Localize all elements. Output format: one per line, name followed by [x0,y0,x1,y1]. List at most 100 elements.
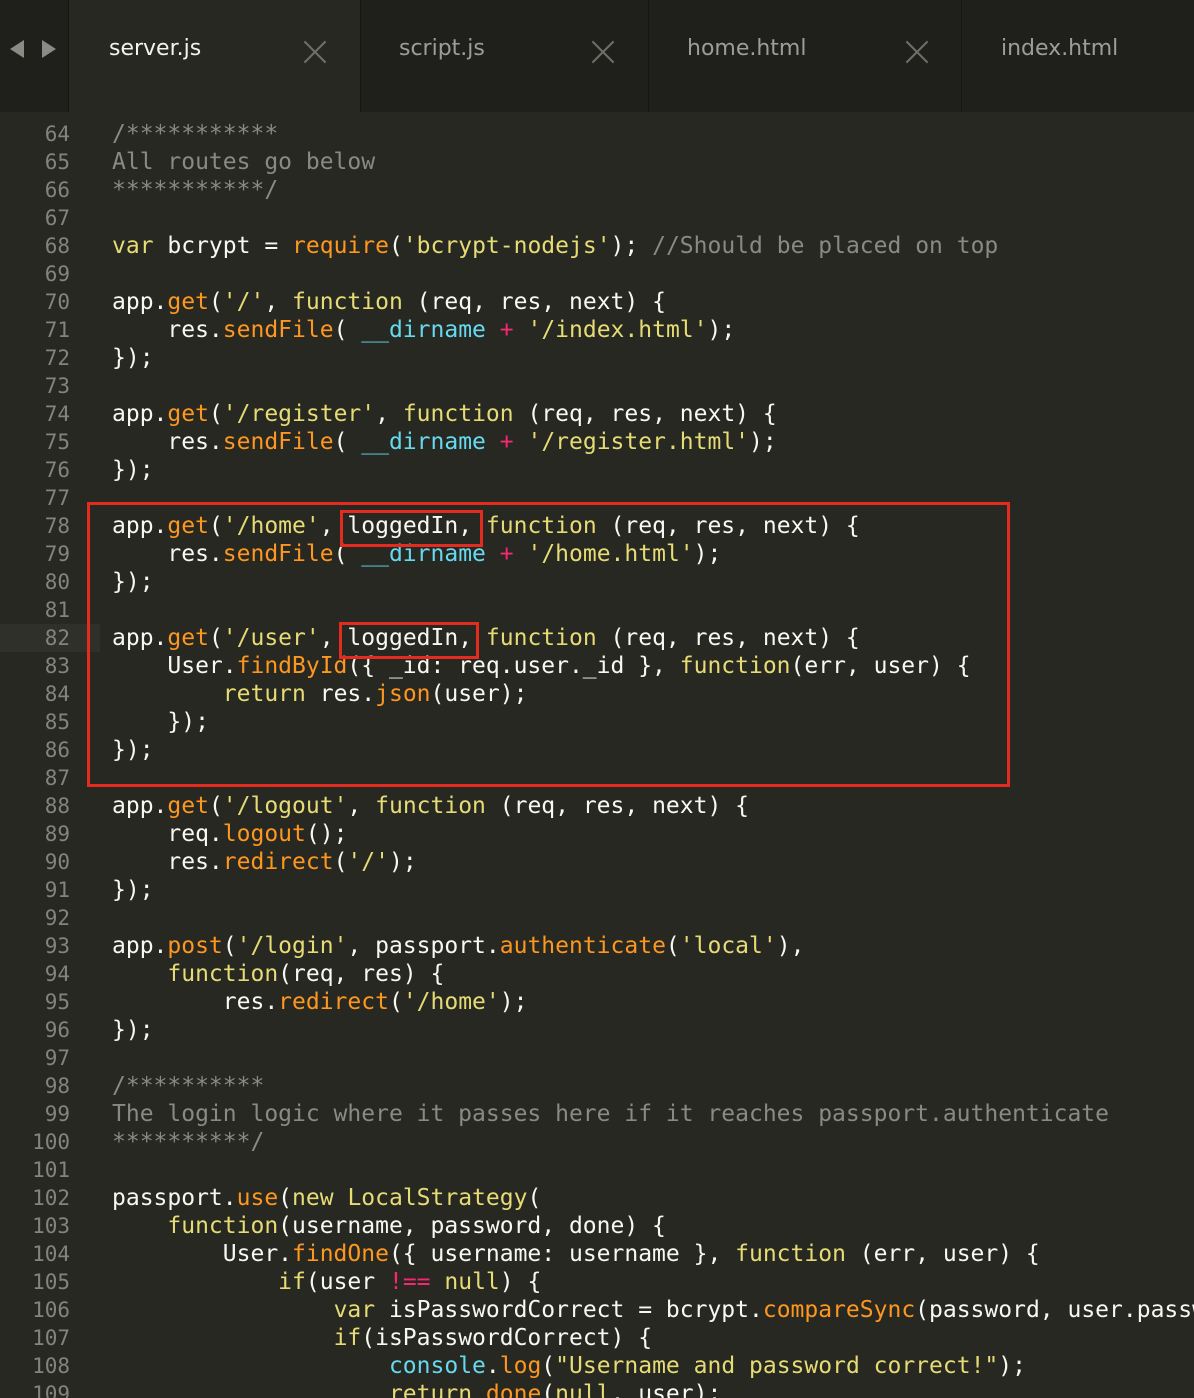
back-arrow-icon[interactable] [10,40,24,58]
code-token: ); [998,1353,1026,1379]
code-token: //Should be placed on top [652,233,999,259]
line-number: 104 [32,1242,70,1266]
code-line[interactable]: }); [112,344,154,372]
code-token: '/register' [222,401,376,427]
code-token: post [167,933,223,959]
code-token: ( [388,233,403,259]
code-line[interactable]: ***********/ [112,176,278,204]
code-line[interactable]: /*********** [112,120,278,148]
code-token: ( [333,849,348,875]
code-line[interactable]: app.get('/logout', function (req, res, n… [112,792,749,820]
code-token: (username, password, done) { [278,1213,666,1239]
tab-label: server.js [109,36,202,61]
line-number: 81 [44,598,70,622]
code-line[interactable]: passport.use(new LocalStrategy( [112,1184,541,1212]
close-icon[interactable] [905,40,929,64]
code-token: ( [333,317,362,343]
code-token: isPasswordCorrect = bcrypt. [375,1297,763,1323]
code-token: function [735,1241,846,1267]
code-token: , passport. [347,933,500,959]
code-token: (isPasswordCorrect) { [361,1325,653,1351]
line-number: 68 [44,234,70,258]
code-token: ); [499,989,528,1015]
code-line[interactable]: }); [112,876,154,904]
code-token: ), [776,933,805,959]
line-number: 88 [44,794,70,818]
code-line[interactable]: req.logout(); [112,820,347,848]
tab-label: index.html [1001,36,1119,61]
tab-script-js[interactable]: script.js [360,0,648,112]
code-line[interactable]: }); [112,1016,154,1044]
code-line[interactable]: res.redirect('/home'); [112,988,528,1016]
code-token: sendFile [222,429,334,455]
line-number: 84 [44,682,70,706]
close-icon[interactable] [303,40,327,64]
tab-label: script.js [399,36,485,61]
code-line[interactable]: var isPasswordCorrect = bcrypt.compareSy… [112,1296,1194,1324]
code-token: ( [208,401,223,427]
code-line[interactable]: app.get('/', function (req, res, next) { [112,288,666,316]
code-line[interactable]: console.log("Username and password corre… [112,1352,1026,1380]
tab-index-html[interactable]: index.html [961,0,1194,112]
code-token: The login logic where it passes here if … [112,1101,1109,1127]
code-token: function [375,793,486,819]
line-number: 101 [32,1158,70,1182]
line-number: 70 [44,290,70,314]
code-line[interactable]: if(isPasswordCorrect) { [112,1324,653,1352]
code-token: ( [208,793,223,819]
code-line[interactable]: **********/ [112,1128,264,1156]
code-token: function [292,289,403,315]
code-token: get [167,289,209,315]
line-number: 83 [44,654,70,678]
close-icon[interactable] [591,40,615,64]
code-line[interactable]: res.sendFile( __dirname + '/index.html')… [112,316,735,344]
code-token: app. [112,793,168,819]
code-token: User. [112,1241,293,1267]
code-token: null [444,1269,500,1295]
code-line[interactable]: }); [112,456,154,484]
line-number: 78 [44,514,70,538]
code-line[interactable]: /********** [112,1072,264,1100]
code-line[interactable]: app.post('/login', passport.authenticate… [112,932,804,960]
line-number: 86 [44,738,70,762]
code-token: 'local' [679,933,777,959]
tab-server-js[interactable]: server.js [68,0,360,112]
code-line[interactable]: function(username, password, done) { [112,1212,666,1240]
code-line[interactable]: app.get('/register', function (req, res,… [112,400,777,428]
code-token: app. [112,401,168,427]
code-token: ( [527,1185,542,1211]
code-token: app. [112,933,168,959]
code-line[interactable]: var bcrypt = require('bcrypt-nodejs'); /… [112,232,998,260]
code-token: log [499,1353,542,1379]
code-token: __dirname [361,317,486,343]
code-line[interactable]: The login logic where it passes here if … [112,1100,1109,1128]
code-token: All routes go below [112,149,376,175]
code-line[interactable]: User.findOne({ username: username }, fun… [112,1240,1040,1268]
code-token: sendFile [222,317,334,343]
code-editor[interactable]: 64 /*********** 65 All routes go below 66 ***… [0,112,1194,1398]
tab-home-html[interactable]: home.html [648,0,961,112]
line-number: 75 [44,430,70,454]
code-token: if [333,1325,362,1351]
line-number: 99 [44,1102,70,1126]
code-token: (password, user.password); [915,1297,1194,1323]
code-line[interactable]: All routes go below [112,148,375,176]
code-line[interactable]: res.redirect('/'); [112,848,416,876]
code-line[interactable]: return done(null, user); [112,1380,721,1398]
code-line[interactable]: function(req, res) { [112,960,444,988]
code-token: '/logout' [222,793,348,819]
code-line[interactable]: res.sendFile( __dirname + '/register.htm… [112,428,776,456]
line-number: 89 [44,822,70,846]
line-number: 95 [44,990,70,1014]
forward-arrow-icon[interactable] [42,40,56,58]
code-line[interactable]: if(user !== null) { [112,1268,541,1296]
code-token: use [236,1185,279,1211]
code-token: ***********/ [112,177,279,203]
